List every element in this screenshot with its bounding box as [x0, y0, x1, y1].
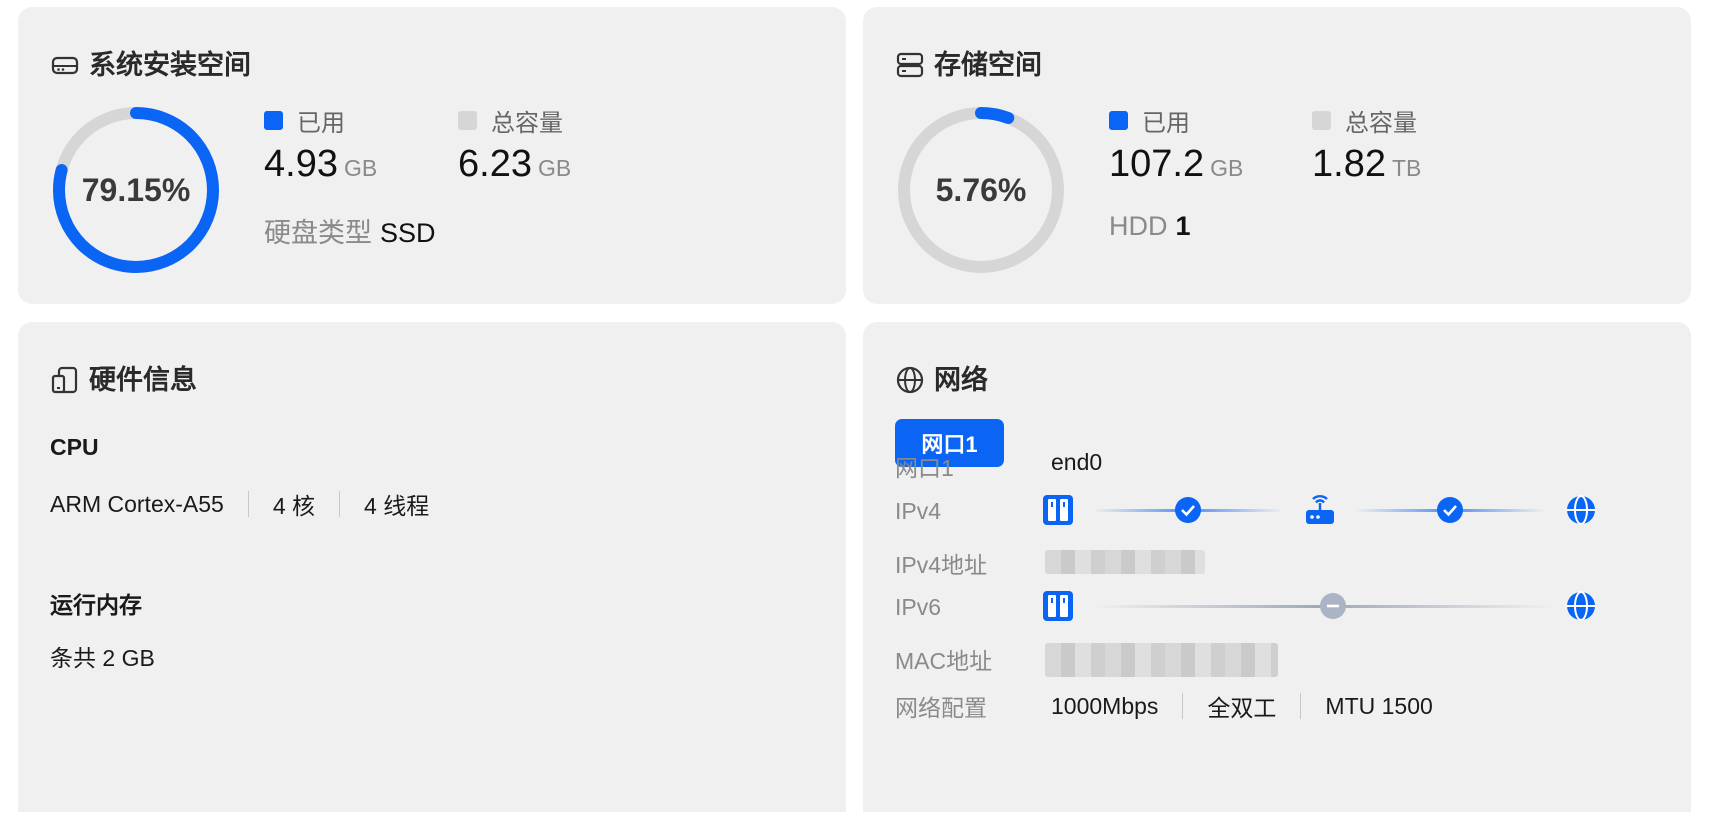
hardware-card: 硬件信息 CPU ARM Cortex-A55 4 核 4 线程 运行内存 条共…: [18, 322, 846, 834]
device-icon: [1043, 495, 1073, 525]
internet-globe-icon: [1567, 495, 1595, 525]
globe-icon: [895, 365, 925, 395]
total-unit: TB: [1391, 155, 1422, 181]
used-value: 4.93: [264, 143, 338, 185]
used-swatch: [1109, 110, 1128, 130]
port-value: end0: [1051, 449, 1103, 475]
memory-value: 条共 2 GB: [50, 645, 155, 671]
total-value: 6.23: [458, 143, 532, 185]
storage-title: 存储空间: [895, 43, 1042, 87]
storage-percent: 5.76%: [935, 171, 1027, 208]
disk-type-label: 硬盘类型: [264, 218, 372, 248]
link-speed: 1000Mbps: [1051, 692, 1159, 719]
hard-drive-icon: [50, 50, 80, 80]
memory-heading: 运行内存: [50, 592, 142, 618]
divider: [339, 491, 341, 517]
cpu-heading: CPU: [50, 434, 99, 460]
ipv6-connection-status: [1043, 591, 1595, 621]
server-icon: [895, 50, 925, 80]
used-unit: GB: [343, 155, 378, 181]
system-install-card: 系统安装空间 79.15% 已用 4.93 GB 总容量 6.23 GB 硬盘类型 S…: [18, 7, 846, 304]
mac-address-redacted: [1045, 643, 1278, 677]
disk-type: 硬盘类型 SSD: [264, 211, 436, 250]
system-install-title-text: 系统安装空间: [89, 50, 251, 80]
total-value: 1.82: [1312, 143, 1386, 185]
hdd-count: HDD 1: [1109, 211, 1191, 242]
total-label: 总容量: [491, 109, 563, 137]
storage-donut: 5.76%: [895, 104, 1067, 276]
used-label: 已用: [297, 109, 345, 137]
system-install-total: 总容量 6.23 GB: [458, 105, 571, 186]
system-install-used: 已用 4.93 GB: [264, 105, 377, 186]
network-card: 网络 网口1 网口1 end0 IPv4 IPv4地址 IPv6 MAC地址 网…: [863, 322, 1691, 834]
internet-globe-icon: [1567, 591, 1595, 621]
cpu-cores: 4 核: [272, 493, 316, 519]
total-swatch: [458, 110, 477, 130]
ipv4-address-label: IPv4地址: [895, 552, 988, 578]
system-install-donut: 79.15%: [50, 104, 222, 276]
storage-title-text: 存储空间: [934, 50, 1042, 80]
used-unit: GB: [1210, 155, 1244, 181]
router-icon: [1306, 494, 1334, 524]
total-unit: GB: [537, 155, 572, 181]
divider: [247, 491, 249, 517]
port-label: 网口1: [895, 455, 954, 481]
device-icon: [1043, 591, 1073, 621]
mac-address-label: MAC地址: [895, 648, 993, 674]
ipv6-label: IPv6: [895, 594, 942, 620]
used-swatch: [264, 110, 283, 130]
hardware-title: 硬件信息: [50, 358, 197, 402]
minus-icon: [1320, 593, 1346, 619]
ipv4-address-redacted: [1045, 550, 1205, 574]
mtu: MTU 1500: [1325, 692, 1433, 719]
disk-type-value: SSD: [380, 218, 436, 248]
network-title: 网络: [895, 358, 988, 402]
used-label: 已用: [1142, 109, 1190, 137]
dashboard: 系统安装空间 79.15% 已用 4.93 GB 总容量 6.23 GB 硬盘类型 S…: [0, 0, 1710, 834]
divider: [1182, 693, 1184, 719]
storage-total: 总容量 1.82 TB: [1312, 105, 1421, 186]
check-icon: [1175, 497, 1201, 523]
total-label: 总容量: [1345, 109, 1417, 137]
used-value: 107.2: [1109, 143, 1205, 185]
hdd-value: 1: [1175, 211, 1191, 241]
network-config-value: 1000Mbps 全双工 MTU 1500: [1051, 689, 1433, 723]
cpu-model: ARM Cortex-A55: [50, 490, 224, 517]
network-title-text: 网络: [934, 365, 988, 395]
duplex-mode: 全双工: [1207, 695, 1277, 721]
check-icon: [1437, 497, 1463, 523]
cpu-info: ARM Cortex-A55 4 核 4 线程: [50, 487, 429, 521]
ipv4-connection-status: [1043, 494, 1595, 525]
hdd-label: HDD: [1109, 211, 1168, 241]
cpu-threads: 4 线程: [364, 493, 430, 519]
ipv4-label: IPv4: [895, 498, 942, 524]
divider: [1300, 693, 1302, 719]
device-icon: [50, 365, 80, 395]
system-install-percent: 79.15%: [81, 171, 191, 208]
system-install-title: 系统安装空间: [50, 43, 251, 87]
total-swatch: [1312, 110, 1331, 130]
viewport-bottom-edge: [0, 812, 1710, 834]
network-config-label: 网络配置: [895, 695, 987, 721]
storage-used: 已用 107.2 GB: [1109, 105, 1243, 186]
hardware-title-text: 硬件信息: [89, 365, 197, 395]
storage-card: 存储空间 5.76% 已用 107.2 GB 总容量 1.82 TB HDD 1: [863, 7, 1691, 304]
